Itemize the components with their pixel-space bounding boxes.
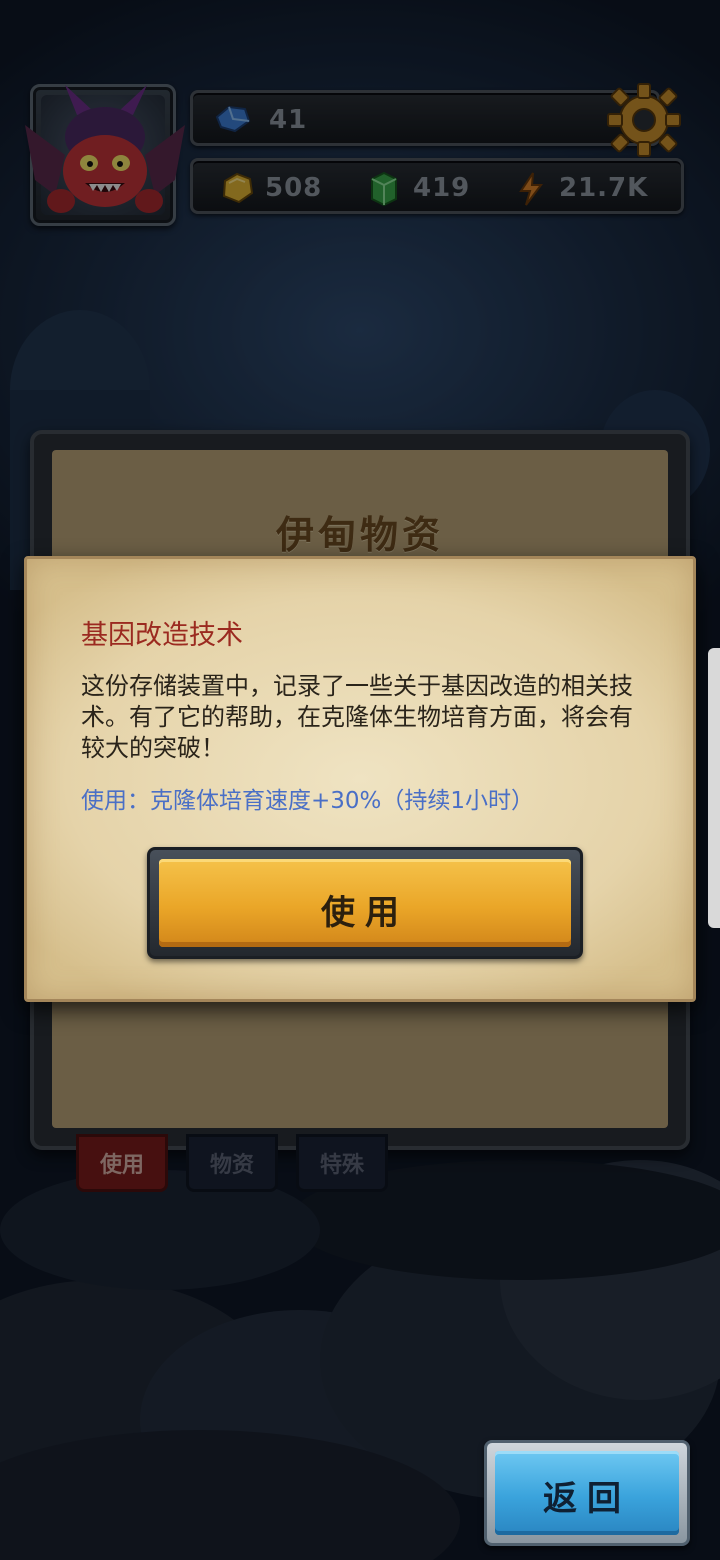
item-title: 基因改造技术 — [81, 620, 243, 651]
side-scrollbar[interactable] — [708, 648, 720, 928]
use-button-label: 使用 — [321, 893, 409, 933]
item-detail-popup: 基因改造技术 这份存储装置中，记录了一些关于基因改造的相关技术。有了它的帮助，在… — [24, 556, 696, 1002]
item-effect: 使用：克隆体培育速度+30%（持续1小时） — [81, 788, 535, 814]
back-button-face: 返回 — [495, 1451, 679, 1535]
item-description: 这份存储装置中，记录了一些关于基因改造的相关技术。有了它的帮助，在克隆体生物培育… — [81, 672, 633, 762]
game-screen: 41 508 419 21.7K 伊甸物资 使用 物资 特殊 基因改造技术 这份… — [0, 0, 720, 1560]
back-button-label: 返回 — [543, 1479, 631, 1519]
back-button[interactable]: 返回 — [484, 1440, 690, 1546]
use-button[interactable]: 使用 — [147, 847, 583, 959]
use-button-face: 使用 — [159, 859, 571, 947]
